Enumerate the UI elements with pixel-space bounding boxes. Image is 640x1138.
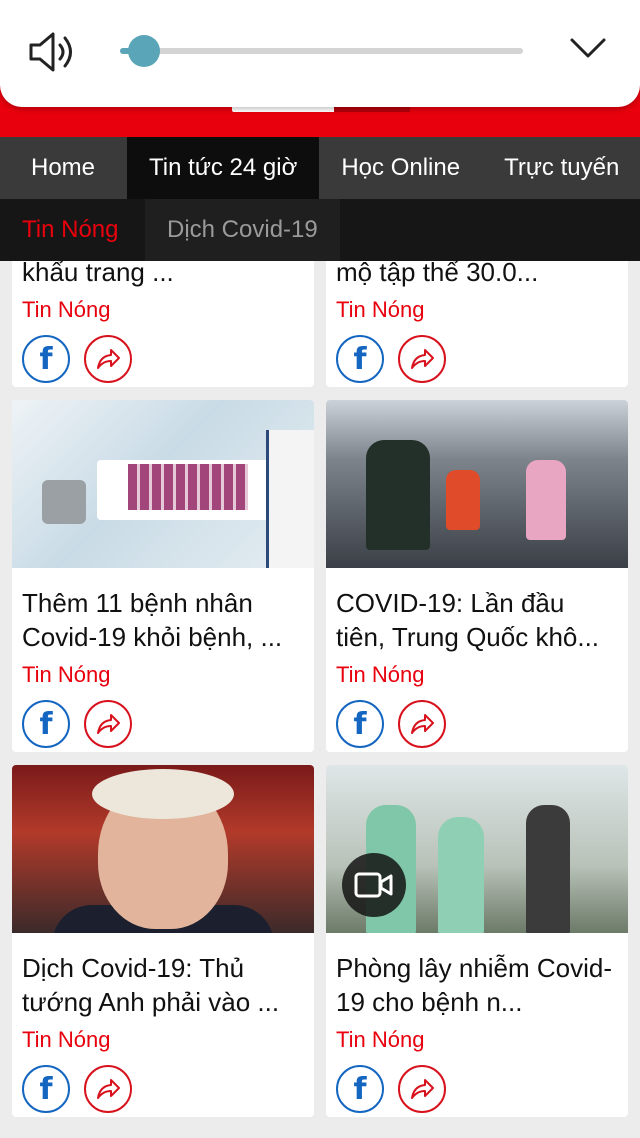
share-icon[interactable]	[398, 700, 446, 748]
news-category[interactable]: Tin Nóng	[12, 1019, 314, 1059]
volume-slider[interactable]	[120, 35, 523, 67]
news-thumbnail[interactable]	[326, 765, 628, 933]
facebook-icon[interactable]: f	[336, 1065, 384, 1113]
main-nav: Home Tin tức 24 giờ Học Online Trực tuyế…	[0, 137, 640, 199]
facebook-icon[interactable]: f	[336, 700, 384, 748]
news-card[interactable]: Rwanda: Phát hiện ngôi mộ tập thể 30.0..…	[326, 261, 628, 387]
volume-slider-thumb[interactable]	[128, 35, 161, 67]
card-actions: f	[12, 694, 314, 748]
thumb-shape	[92, 769, 234, 819]
news-title[interactable]: Thêm 11 bệnh nhân Covid-19 khỏi bệnh, ..…	[12, 568, 314, 654]
news-thumbnail[interactable]	[326, 400, 628, 568]
news-category[interactable]: Tin Nóng	[12, 654, 314, 694]
facebook-icon[interactable]: f	[22, 1065, 70, 1113]
thumb-shape	[42, 480, 86, 524]
subtab-dich-covid-19[interactable]: Dịch Covid-19	[145, 199, 340, 261]
news-feed[interactable]: Việt Nam tặng 550.000 khẩu trang ... Tin…	[0, 261, 640, 1138]
share-icon[interactable]	[84, 700, 132, 748]
chevron-down-icon[interactable]	[568, 32, 608, 64]
tab-tin-tuc-24-gio[interactable]: Tin tức 24 giờ	[127, 137, 320, 199]
facebook-icon[interactable]: f	[336, 335, 384, 383]
card-actions: f	[326, 694, 628, 748]
share-icon[interactable]	[398, 1065, 446, 1113]
speaker-icon[interactable]	[26, 28, 78, 76]
news-card[interactable]: Dịch Covid-19: Thủ tướng Anh phải vào ..…	[12, 765, 314, 1117]
sub-nav: Tin Nóng Dịch Covid-19	[0, 199, 640, 261]
thumb-shape	[438, 817, 484, 933]
card-actions: f	[12, 329, 314, 383]
thumb-shape	[446, 470, 480, 530]
news-thumbnail[interactable]	[12, 400, 314, 568]
news-category[interactable]: Tin Nóng	[326, 654, 628, 694]
news-grid: Việt Nam tặng 550.000 khẩu trang ... Tin…	[12, 261, 628, 1117]
facebook-icon[interactable]: f	[22, 335, 70, 383]
share-icon[interactable]	[84, 335, 132, 383]
thumb-shape	[266, 430, 314, 568]
news-title[interactable]: Phòng lây nhiễm Covid-19 cho bệnh n...	[326, 933, 628, 1019]
news-title[interactable]: Rwanda: Phát hiện ngôi mộ tập thể 30.0..…	[326, 261, 628, 289]
news-title[interactable]: Việt Nam tặng 550.000 khẩu trang ...	[12, 261, 314, 289]
card-actions: f	[326, 329, 628, 383]
news-card[interactable]: COVID-19: Lần đầu tiên, Trung Quốc khô..…	[326, 400, 628, 752]
thumb-shape	[128, 464, 248, 510]
volume-panel	[0, 0, 640, 107]
share-icon[interactable]	[84, 1065, 132, 1113]
news-title[interactable]: Dịch Covid-19: Thủ tướng Anh phải vào ..…	[12, 933, 314, 1019]
news-thumbnail[interactable]	[12, 765, 314, 933]
tab-hoc-online[interactable]: Học Online	[319, 137, 482, 199]
news-card[interactable]: Thêm 11 bệnh nhân Covid-19 khỏi bệnh, ..…	[12, 400, 314, 752]
news-category[interactable]: Tin Nóng	[12, 289, 314, 329]
thumb-shape	[526, 460, 566, 540]
news-category[interactable]: Tin Nóng	[326, 289, 628, 329]
facebook-icon[interactable]: f	[22, 700, 70, 748]
news-category[interactable]: Tin Nóng	[326, 1019, 628, 1059]
news-card[interactable]: Việt Nam tặng 550.000 khẩu trang ... Tin…	[12, 261, 314, 387]
subtab-tin-nong[interactable]: Tin Nóng	[0, 199, 145, 261]
video-camera-icon[interactable]	[342, 853, 406, 917]
news-title[interactable]: COVID-19: Lần đầu tiên, Trung Quốc khô..…	[326, 568, 628, 654]
thumb-shape	[526, 805, 570, 933]
thumb-shape	[366, 440, 430, 550]
share-icon[interactable]	[398, 335, 446, 383]
tab-truc-tuyen[interactable]: Trực tuyến	[482, 137, 640, 199]
card-actions: f	[12, 1059, 314, 1113]
news-card[interactable]: Phòng lây nhiễm Covid-19 cho bệnh n... T…	[326, 765, 628, 1117]
card-actions: f	[326, 1059, 628, 1113]
tab-home[interactable]: Home	[0, 137, 127, 199]
